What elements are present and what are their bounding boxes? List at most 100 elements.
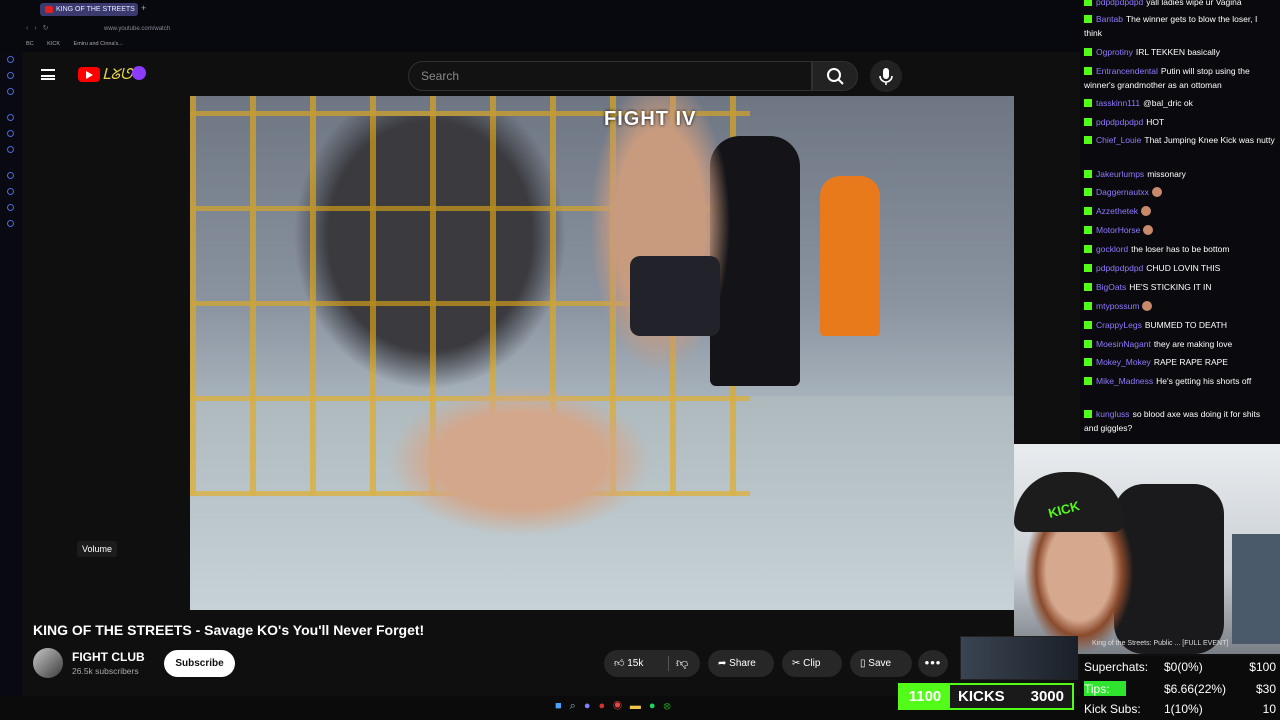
volume-tooltip: Volume <box>77 541 118 557</box>
chat-text: CHUD LOVIN THIS <box>1146 263 1221 273</box>
emote-icon <box>1143 225 1154 235</box>
sidebar-app-icon[interactable] <box>7 220 14 227</box>
share-button[interactable]: ➦ Share <box>708 650 774 677</box>
chat-username[interactable]: Mike_Madness <box>1096 376 1153 386</box>
clip-button[interactable]: ✂ Clip <box>782 650 842 677</box>
kick-badge-icon <box>1084 358 1092 366</box>
chat-username[interactable]: pdpdpdpdpd <box>1096 0 1143 7</box>
sidebar-app-icon[interactable] <box>7 72 14 79</box>
bookmark-item[interactable]: Emiru and Cinna's... <box>74 41 123 47</box>
share-label: Share <box>729 658 756 669</box>
taskbar-icons[interactable]: ■⌕●●◉▬●⊗ <box>555 700 679 713</box>
kick-badge-icon <box>1084 99 1092 107</box>
dislike-button[interactable]: 👎︎ <box>676 650 688 677</box>
chat-username[interactable]: MotorHorse <box>1096 225 1140 235</box>
chat-username[interactable]: Entrancendental <box>1096 66 1158 76</box>
superchats-goal: $100 <box>1249 660 1276 674</box>
kick-badge-icon <box>1084 302 1092 310</box>
address-bar[interactable]: www.youtube.com/watch <box>70 23 1060 35</box>
webcam-window <box>1232 534 1280 644</box>
spotify-icon[interactable]: ● <box>649 700 664 712</box>
chat-username[interactable]: Azzethetek <box>1096 206 1138 216</box>
voice-search-button[interactable] <box>870 60 902 92</box>
chat-username[interactable]: pdpdpdpdpd <box>1096 117 1143 127</box>
youtube-logo-icon[interactable] <box>78 67 100 82</box>
sidebar-app-icon[interactable] <box>7 130 14 137</box>
chat-username[interactable]: Bantab <box>1096 14 1123 24</box>
kick-badge-icon <box>1084 118 1092 126</box>
chat-username[interactable]: pdpdpdpdpd <box>1096 263 1143 273</box>
chat-username[interactable]: gocklord <box>1096 244 1128 254</box>
kick-logo: KICK <box>1046 498 1082 521</box>
recommended-title[interactable]: King of the Streets: Public ... [FULL EV… <box>1092 640 1228 647</box>
chat-message: Entrancendental Putin will stop using the… <box>1084 65 1276 92</box>
kick-badge-icon <box>1084 283 1092 291</box>
video-spectator <box>820 176 880 336</box>
sidebar-app-icon[interactable] <box>7 56 14 63</box>
kick-badge-icon <box>1084 207 1092 215</box>
bookmark-item[interactable]: KICK <box>47 41 60 47</box>
browser-tab[interactable]: KING OF THE STREETS <box>40 3 138 16</box>
menu-icon[interactable] <box>41 69 55 80</box>
chat-username[interactable]: Daggernautxx <box>1096 187 1149 197</box>
chat-username[interactable]: Mokey_Mokey <box>1096 357 1151 367</box>
channel-name[interactable]: FIGHT CLUB <box>72 650 145 664</box>
sidebar-app-icon[interactable] <box>7 88 14 95</box>
chat-message: Chief_Louie That Jumping Knee Kick was nu… <box>1084 134 1276 148</box>
thumbs-down-icon: 👎︎ <box>676 656 689 670</box>
search-input[interactable]: Search <box>408 61 812 91</box>
like-count: 15k <box>627 658 644 669</box>
video-fighter-down <box>370 376 670 546</box>
kick-badge-icon <box>1084 245 1092 253</box>
chat-username[interactable]: MoesinNagant <box>1096 339 1151 349</box>
chat-username[interactable]: BigOats <box>1096 282 1126 292</box>
search-icon <box>827 68 844 85</box>
search-icon[interactable]: ⌕ <box>570 700 584 712</box>
youtube-doodle-logo[interactable]: ᒪᘜᘎ <box>102 64 148 86</box>
discord-icon[interactable]: ● <box>584 700 599 712</box>
windows-start-icon[interactable]: ■ <box>555 700 570 712</box>
chat-text: RAPE RAPE RAPE <box>1153 357 1228 367</box>
new-tab-button[interactable]: + <box>141 3 146 13</box>
recommended-thumbnail[interactable] <box>960 636 1078 680</box>
save-button[interactable]: ▯ Save <box>850 650 912 677</box>
bookmark-item[interactable]: BC <box>26 41 34 47</box>
chat-username[interactable]: Ogprotiny <box>1096 47 1133 57</box>
video-title: KING OF THE STREETS - Savage KO's You'll… <box>33 622 425 638</box>
chat-username[interactable]: mtypossum <box>1096 301 1139 311</box>
share-icon: ➦ <box>718 658 727 669</box>
superchats-label: Superchats: <box>1084 660 1149 674</box>
sidebar-app-icon[interactable] <box>7 146 14 153</box>
chat-username[interactable]: CrappyLegs <box>1096 320 1142 330</box>
chat-username[interactable]: tasskinn111 <box>1096 98 1140 108</box>
sidebar-app-icon[interactable] <box>7 188 14 195</box>
browser-icon[interactable]: ◉ <box>613 700 630 712</box>
tab-title: KING OF THE STREETS <box>56 6 135 13</box>
youtube-favicon-icon <box>45 6 53 13</box>
xbox-icon[interactable]: ⊗ <box>664 700 679 712</box>
bookmark-icon: ▯ <box>860 658 866 669</box>
video-player[interactable] <box>190 96 1014 610</box>
folder-icon[interactable]: ▬ <box>630 700 649 712</box>
sidebar-app-icon[interactable] <box>7 114 14 121</box>
sidebar-app-icon[interactable] <box>7 204 14 211</box>
kick-badge-icon <box>1084 170 1092 178</box>
chat-message: pdpdpdpdpd HOT <box>1084 116 1276 130</box>
chat-message: kungluss so blood axe was doing it for sh… <box>1084 408 1276 435</box>
sidebar-app-icon[interactable] <box>7 172 14 179</box>
channel-avatar[interactable] <box>33 648 63 678</box>
thumbs-up-icon: 👍︎ <box>614 658 625 669</box>
like-button[interactable]: 👍︎ 15k <box>614 650 643 677</box>
kick-badge-icon <box>1084 188 1092 196</box>
subscribe-button[interactable]: Subscribe <box>164 650 235 677</box>
kicks-goal-widget: 1100 KICKS 3000 <box>898 683 1074 710</box>
tips-label: Tips: <box>1084 682 1110 696</box>
app-icon[interactable]: ● <box>598 700 613 712</box>
more-actions-button[interactable]: ••• <box>918 650 948 677</box>
nav-buttons[interactable]: ‹›↻ <box>26 24 55 32</box>
chat-username[interactable]: Chief_Louie <box>1096 135 1141 145</box>
chat-username[interactable]: Jakeurlumps <box>1096 169 1144 179</box>
search-button[interactable] <box>812 61 858 91</box>
video-overlay-text: FIGHT IV <box>604 108 697 130</box>
chat-username[interactable]: kungluss <box>1096 409 1130 419</box>
